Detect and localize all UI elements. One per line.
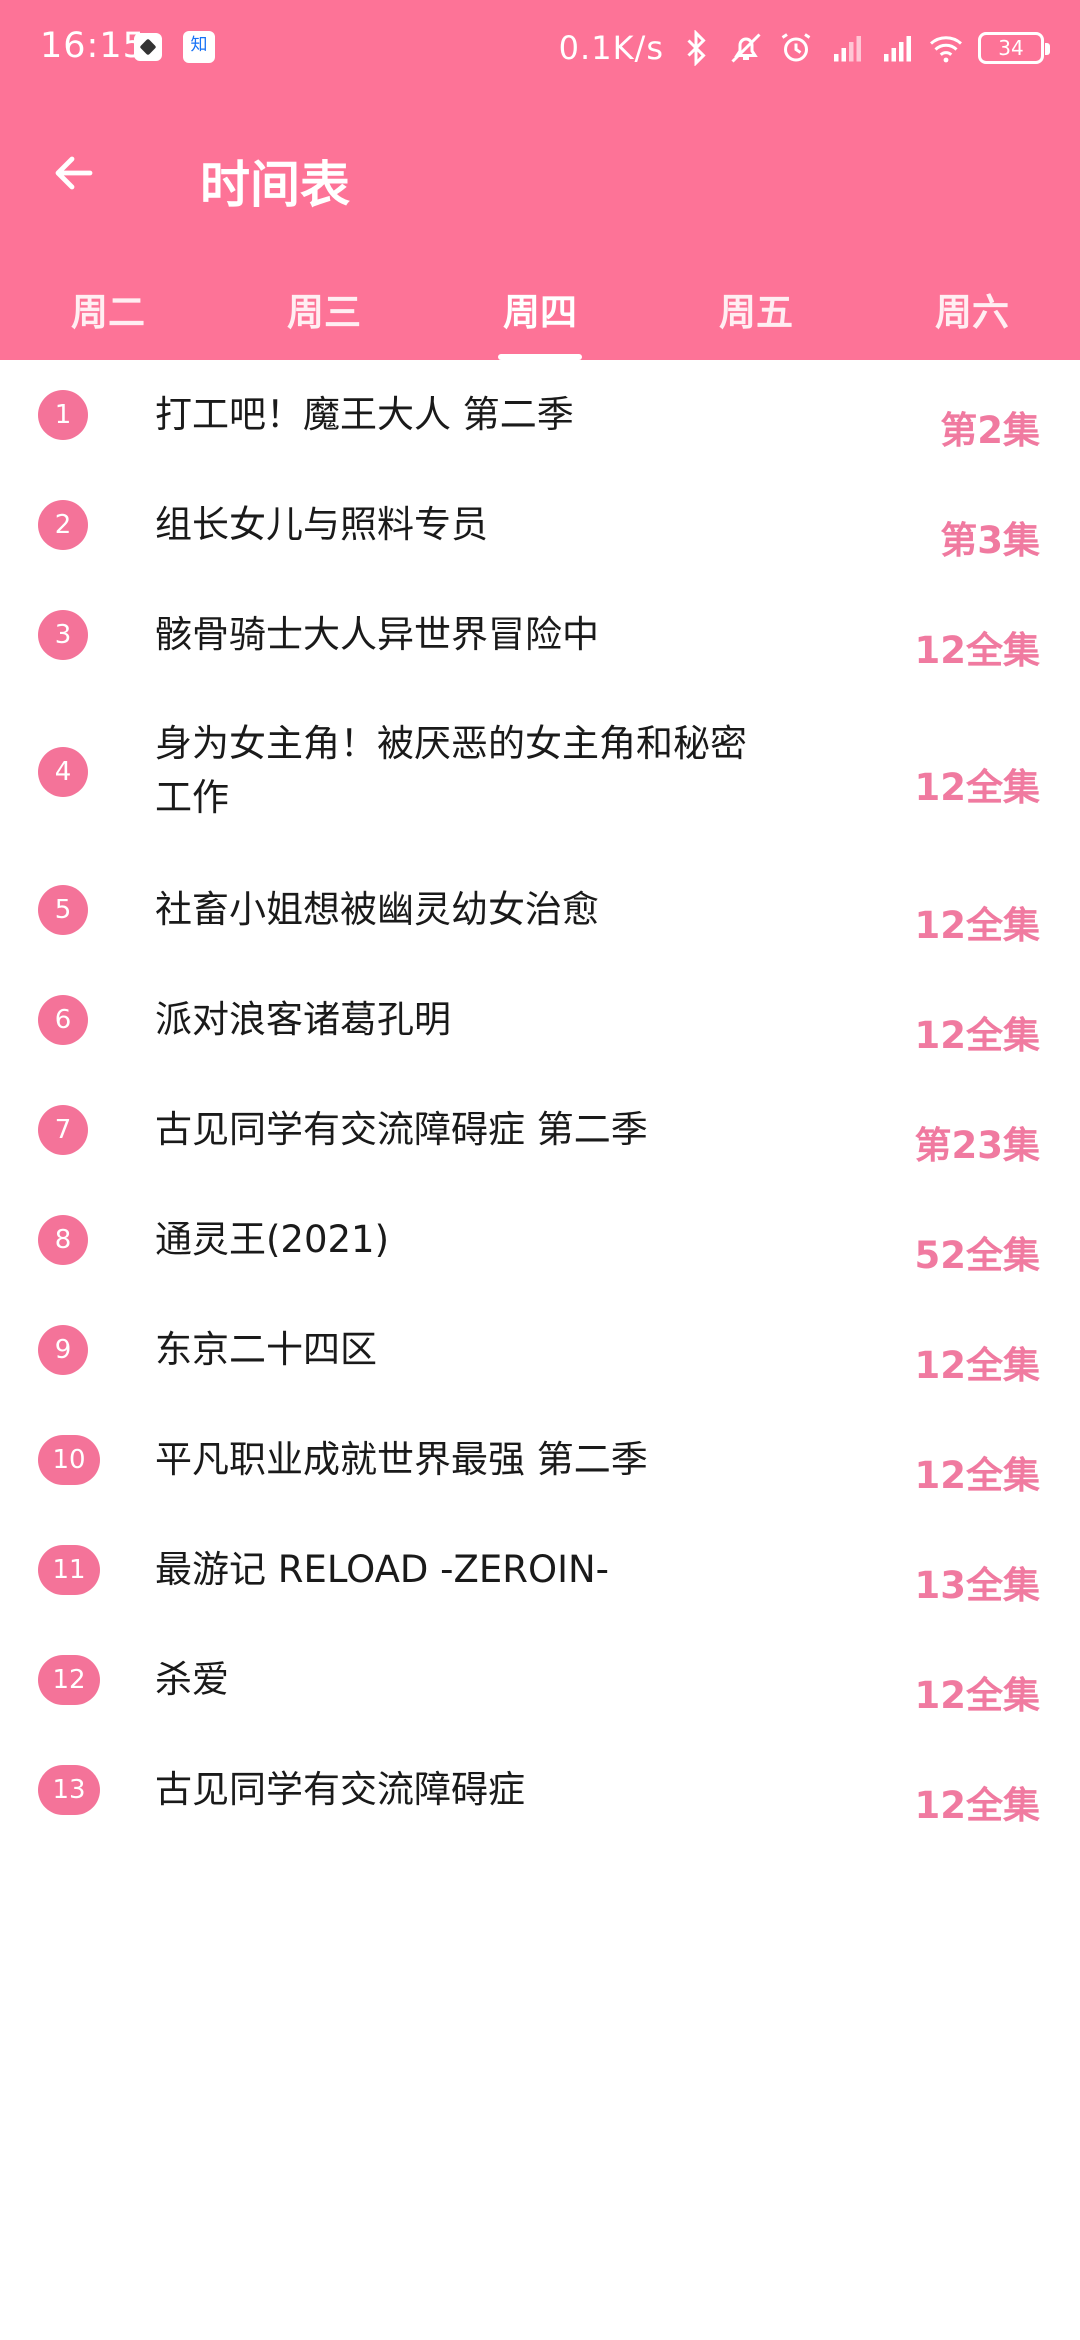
anime-title: 打工吧！魔王大人 第二季 — [155, 393, 574, 436]
signal-hd-icon — [834, 36, 861, 62]
anime-title: 古见同学有交流障碍症 第二季 — [155, 1108, 648, 1151]
anime-title: 古见同学有交流障碍症 — [155, 1768, 525, 1811]
anime-title: 通灵王(2021) — [155, 1218, 390, 1261]
rank-badge: 3 — [38, 610, 88, 660]
episode-status: 12全集 — [914, 766, 1041, 809]
rank-badge: 1 — [38, 390, 88, 440]
list-item[interactable]: 8 通灵王(2021) 52全集 — [0, 1185, 1080, 1295]
anime-title: 平凡职业成就世界最强 第二季 — [155, 1438, 648, 1481]
rank-badge: 6 — [38, 995, 88, 1045]
rank-badge: 2 — [38, 500, 88, 550]
list-item[interactable]: 6 派对浪客诸葛孔明 12全集 — [0, 965, 1080, 1075]
anime-title: 派对浪客诸葛孔明 — [155, 998, 451, 1041]
back-button[interactable] — [44, 143, 104, 203]
rank-badge: 5 — [38, 885, 88, 935]
alarm-icon — [781, 33, 811, 62]
episode-status: 第23集 — [914, 1124, 1041, 1167]
list-item[interactable]: 10 平凡职业成就世界最强 第二季 12全集 — [0, 1405, 1080, 1515]
rank-badge: 9 — [38, 1325, 88, 1375]
list-item[interactable]: 1 打工吧！魔王大人 第二季 第2集 — [0, 360, 1080, 470]
rank-badge: 8 — [38, 1215, 88, 1265]
anime-title: 骸骨骑士大人异世界冒险中 — [155, 613, 599, 656]
status-icons: 0.1K/s 34 — [558, 22, 1050, 74]
episode-status: 12全集 — [914, 1674, 1041, 1717]
back-arrow-icon — [55, 156, 93, 190]
status-bar: 16:15 知 0.1K/s 34 — [0, 0, 1080, 96]
rank-badge: 7 — [38, 1105, 88, 1155]
rank-badge: 4 — [38, 747, 88, 797]
list-item[interactable]: 12 杀爱 12全集 — [0, 1625, 1080, 1735]
anime-title: 组长女儿与照料专员 — [155, 503, 488, 546]
episode-status: 12全集 — [914, 904, 1041, 947]
list-item[interactable]: 4 身为女主角！被厌恶的女主角和秘密工作 12全集 — [0, 690, 1080, 855]
bluetooth-icon — [687, 30, 706, 66]
list-item[interactable]: 9 东京二十四区 12全集 — [0, 1295, 1080, 1405]
tab-friday[interactable]: 周五 — [648, 270, 864, 360]
episode-status: 12全集 — [914, 629, 1041, 672]
list-item[interactable]: 7 古见同学有交流障碍症 第二季 第23集 — [0, 1075, 1080, 1185]
tab-wednesday[interactable]: 周三 — [216, 270, 432, 360]
app-header: 16:15 知 0.1K/s 34 时间表 周二 周三 周四 周五 周六 — [0, 0, 1080, 360]
rank-badge: 10 — [38, 1435, 100, 1485]
anime-title: 社畜小姐想被幽灵幼女治愈 — [155, 888, 599, 931]
rank-badge: 12 — [38, 1655, 100, 1705]
list-item[interactable]: 2 组长女儿与照料专员 第3集 — [0, 470, 1080, 580]
list-item[interactable]: 11 最游记 RELOAD -ZEROIN- 13全集 — [0, 1515, 1080, 1625]
net-speed: 0.1K/s — [558, 29, 664, 67]
battery-icon: 34 — [978, 32, 1050, 64]
status-time: 16:15 — [40, 26, 146, 66]
anime-title: 东京二十四区 — [155, 1328, 377, 1371]
zhihu-app-icon: 知 — [183, 31, 215, 63]
episode-status: 第3集 — [940, 519, 1040, 562]
list-item[interactable]: 3 骸骨骑士大人异世界冒险中 12全集 — [0, 580, 1080, 690]
episode-status: 第2集 — [940, 409, 1040, 452]
page-title: 时间表 — [200, 156, 350, 214]
tab-thursday[interactable]: 周四 — [432, 270, 648, 360]
weekday-tabs: 周二 周三 周四 周五 周六 — [0, 270, 1080, 360]
episode-status: 12全集 — [914, 1344, 1041, 1387]
episode-status: 12全集 — [914, 1454, 1041, 1497]
tab-saturday[interactable]: 周六 — [864, 270, 1080, 360]
wifi-icon — [930, 36, 962, 63]
notification-app-icon — [134, 33, 162, 61]
rank-badge: 11 — [38, 1545, 100, 1595]
list-item[interactable]: 5 社畜小姐想被幽灵幼女治愈 12全集 — [0, 855, 1080, 965]
rank-badge: 13 — [38, 1765, 100, 1815]
episode-status: 12全集 — [914, 1784, 1041, 1827]
anime-title: 最游记 RELOAD -ZEROIN- — [155, 1548, 610, 1591]
episode-status: 12全集 — [914, 1014, 1041, 1057]
schedule-list: 1 打工吧！魔王大人 第二季 第2集 2 组长女儿与照料专员 第3集 3 骸骨骑… — [0, 360, 1080, 1845]
signal-hd-icon-2 — [884, 36, 911, 62]
mute-icon — [731, 33, 761, 63]
anime-title: 身为女主角！被厌恶的女主角和秘密工作 — [155, 722, 747, 819]
anime-title: 杀爱 — [155, 1658, 229, 1701]
episode-status: 13全集 — [914, 1564, 1041, 1607]
list-item[interactable]: 13 古见同学有交流障碍症 12全集 — [0, 1735, 1080, 1845]
tab-tuesday[interactable]: 周二 — [0, 270, 216, 360]
episode-status: 52全集 — [914, 1234, 1041, 1277]
